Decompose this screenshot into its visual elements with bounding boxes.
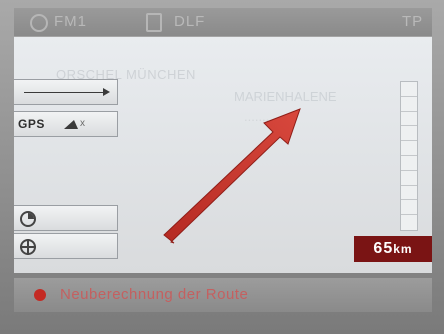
gps-label: GPS xyxy=(18,117,45,131)
gps-marker: x xyxy=(80,118,85,129)
radio-icon xyxy=(30,14,48,32)
distance-badge: 65km xyxy=(354,236,432,262)
status-dot-icon xyxy=(34,289,46,301)
satellite-icon xyxy=(64,120,78,129)
status-message: Neuberechnung der Route xyxy=(60,286,249,303)
gps-button[interactable]: GPS x xyxy=(14,111,118,137)
scale-bar xyxy=(400,81,418,231)
crosshair-icon xyxy=(20,239,36,255)
bottom-status-bar: Neuberechnung der Route xyxy=(14,278,432,312)
navigation-screen: ORSCHEL MÜNCHEN MARIENHALENE .......... … xyxy=(14,37,432,273)
route-direction-button[interactable] xyxy=(14,79,118,105)
phone-icon xyxy=(146,13,162,32)
position-button[interactable] xyxy=(14,233,118,259)
status-bar: FM1 DLF TP xyxy=(14,8,432,36)
distance-value: 65 xyxy=(373,240,394,257)
compass-icon xyxy=(20,211,36,227)
map-orientation-button[interactable] xyxy=(14,205,118,231)
band-label: FM1 xyxy=(54,13,87,30)
tp-label: TP xyxy=(402,13,424,30)
right-arrow-icon xyxy=(24,88,110,96)
device-frame: FM1 DLF TP ORSCHEL MÜNCHEN MARIENHALENE … xyxy=(0,0,444,334)
station-label: DLF xyxy=(174,13,206,30)
distance-unit: km xyxy=(393,242,413,256)
